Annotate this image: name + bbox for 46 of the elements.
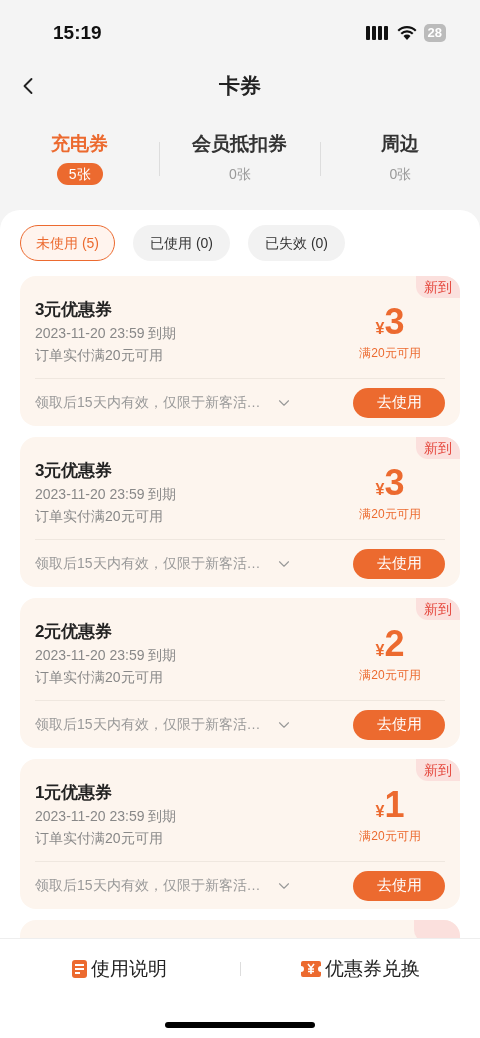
coupon-title: 3元优惠券 bbox=[35, 460, 114, 482]
usage-condition: 订单实付满20元可用 bbox=[35, 829, 164, 848]
coupon-title: 1元优惠券 bbox=[35, 782, 114, 804]
status-time: 15:19 bbox=[53, 20, 102, 45]
expiry-date: 2023-11-20 23:59 到期 bbox=[35, 646, 177, 665]
usage-condition: 订单实付满20元可用 bbox=[35, 346, 164, 365]
usage-condition: 订单实付满20元可用 bbox=[35, 668, 164, 687]
coupon-title: 2元优惠券 bbox=[35, 621, 114, 643]
new-badge: 新到 bbox=[416, 759, 460, 781]
coupon-note: 领取后15天内有效，仅限于新客活… bbox=[35, 554, 261, 573]
category-tab[interactable]: 周边 0张 bbox=[320, 130, 480, 210]
signal-icon bbox=[365, 26, 390, 40]
threshold-text: 满20元可用 bbox=[359, 667, 421, 684]
coupon-note: 领取后15天内有效，仅限于新客活… bbox=[35, 715, 261, 734]
threshold-text: 满20元可用 bbox=[359, 828, 421, 845]
threshold-text: 满20元可用 bbox=[359, 506, 421, 523]
currency-symbol: ¥ bbox=[375, 320, 385, 339]
currency-symbol: ¥ bbox=[375, 642, 385, 661]
battery-indicator: 28 bbox=[423, 24, 446, 42]
threshold-text: 满20元可用 bbox=[359, 345, 421, 362]
ticket-icon bbox=[300, 961, 321, 977]
expiry-date: 2023-11-20 23:59 到期 bbox=[35, 485, 177, 504]
filter-chip[interactable]: 已使用 (0) bbox=[133, 225, 230, 261]
document-icon bbox=[72, 960, 88, 978]
category-tab[interactable]: 会员抵扣券 0张 bbox=[160, 130, 320, 210]
usage-condition: 订单实付满20元可用 bbox=[35, 507, 164, 526]
currency-symbol: ¥ bbox=[375, 481, 385, 500]
coupon-title: 3元优惠券 bbox=[35, 299, 114, 321]
new-badge: 新到 bbox=[416, 598, 460, 620]
coupon-amount: 3 bbox=[384, 461, 405, 505]
wifi-icon bbox=[396, 26, 417, 40]
currency-symbol: ¥ bbox=[375, 803, 385, 822]
coupon-note: 领取后15天内有效，仅限于新客活… bbox=[35, 393, 261, 412]
new-badge: 新到 bbox=[416, 437, 460, 459]
page-title: 卡券 bbox=[219, 73, 261, 100]
usage-guide-button[interactable]: 使用说明 bbox=[0, 954, 240, 984]
coupon-amount: 1 bbox=[384, 783, 405, 827]
new-badge bbox=[414, 920, 460, 938]
coupon-amount: 3 bbox=[384, 300, 405, 344]
coupon-exchange-button[interactable]: 优惠券兑换 bbox=[240, 954, 480, 984]
coupon-amount: 2 bbox=[384, 622, 405, 666]
expiry-date: 2023-11-20 23:59 到期 bbox=[35, 807, 177, 826]
expiry-date: 2023-11-20 23:59 到期 bbox=[35, 324, 177, 343]
filter-chip[interactable]: 已失效 (0) bbox=[248, 225, 345, 261]
coupon-note: 领取后15天内有效，仅限于新客活… bbox=[35, 876, 261, 895]
new-badge: 新到 bbox=[416, 276, 460, 298]
